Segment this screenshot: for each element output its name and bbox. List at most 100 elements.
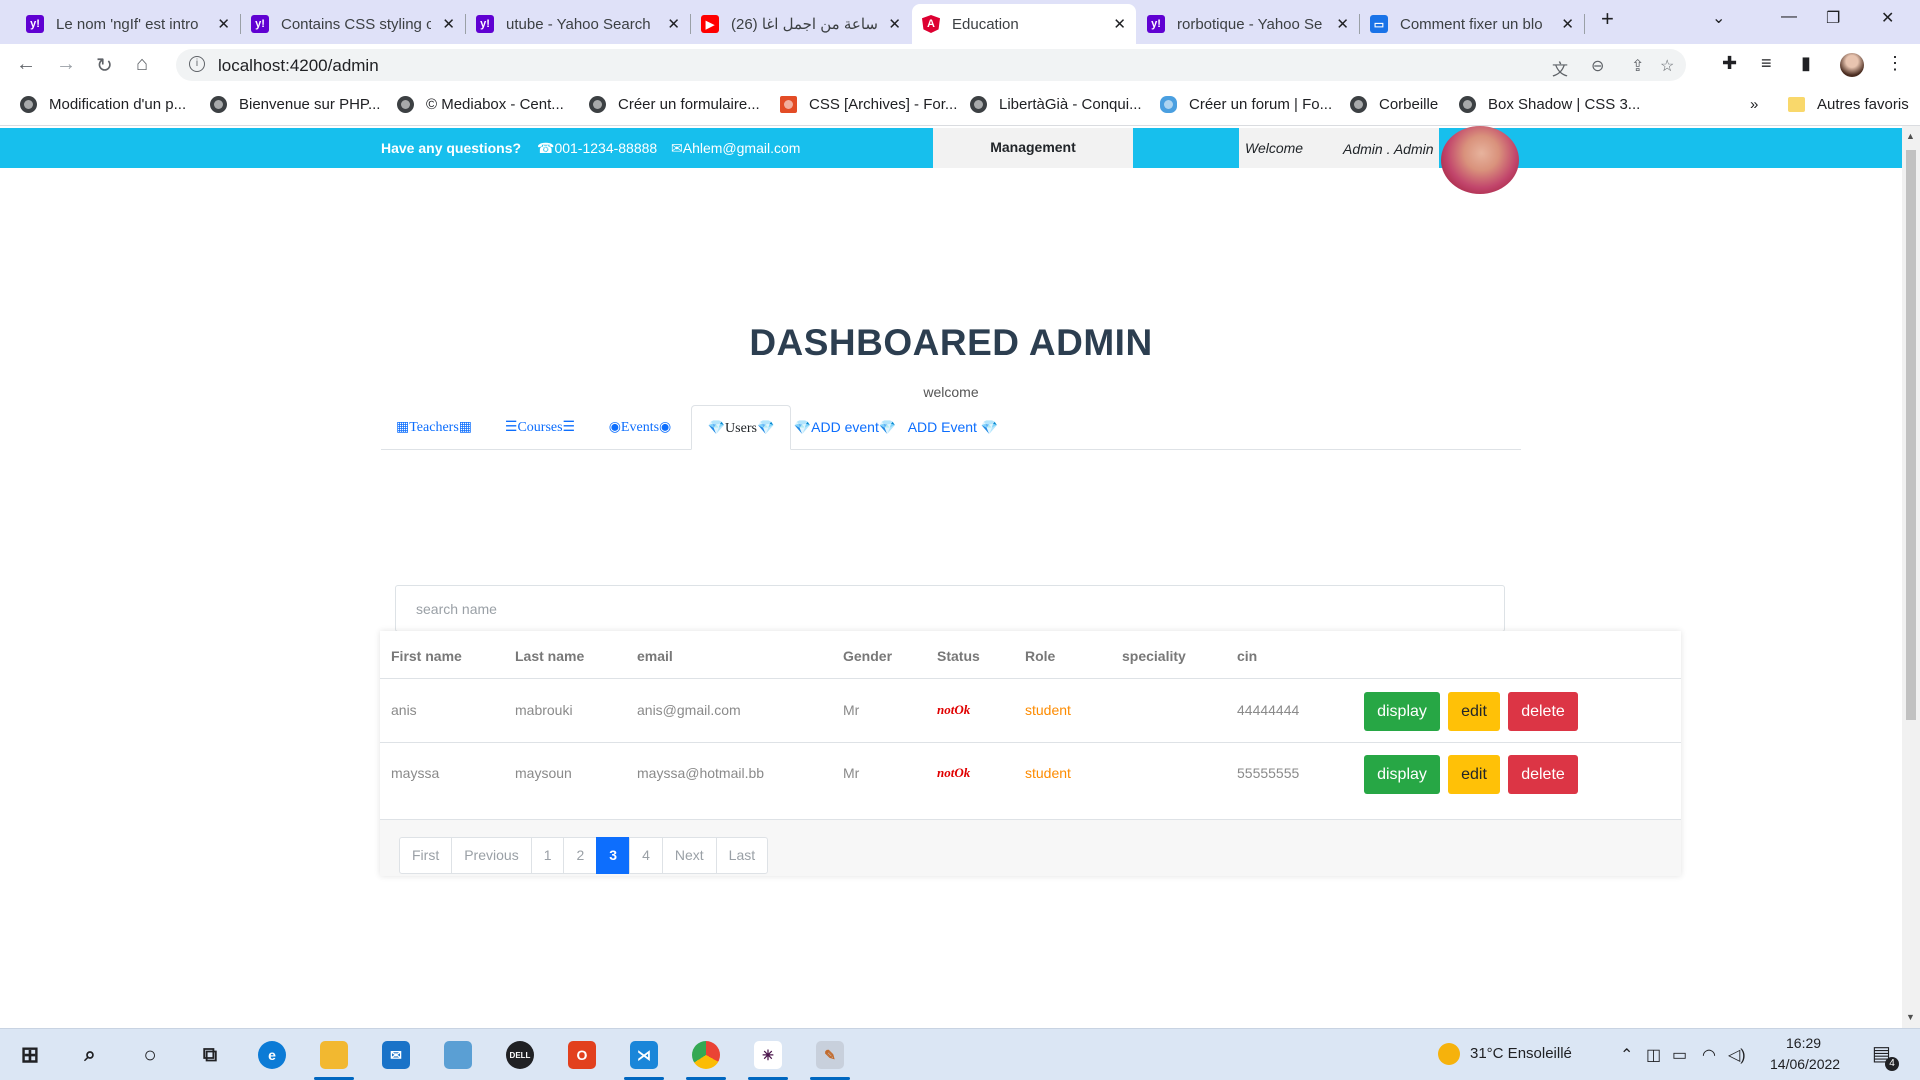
page-subtitle: welcome [923, 384, 979, 400]
contact-email[interactable]: ✉Ahlem@gmail.com [671, 140, 800, 157]
clock-time[interactable]: 16:29 [1786, 1035, 1821, 1051]
tab-users[interactable]: 💎Users💎 [691, 405, 791, 450]
more-bookmarks-button[interactable]: » [1750, 96, 1758, 113]
page-2[interactable]: 2 [563, 837, 598, 874]
tab-add-event[interactable]: 💎ADD event💎 [791, 405, 899, 450]
bookmark-star-icon[interactable]: ☆ [1660, 56, 1674, 76]
browser-tab-active[interactable]: A Education ✕ [912, 4, 1136, 44]
scroll-up-icon[interactable]: ▲ [1906, 131, 1915, 141]
bookmark-item[interactable]: LibertàGià - Conqui... [970, 96, 1142, 113]
sun-weather-icon[interactable] [1438, 1043, 1460, 1065]
restore-icon[interactable]: ❐ [1826, 8, 1840, 28]
page-previous[interactable]: Previous [451, 837, 532, 874]
close-icon[interactable]: ✕ [1113, 15, 1126, 33]
file-explorer-icon[interactable] [320, 1041, 348, 1069]
page-scrollbar[interactable]: ▲ ▼ [1902, 126, 1920, 1028]
mail-icon[interactable]: ✉ [382, 1041, 410, 1069]
tab-search-icon[interactable]: ⌄ [1712, 8, 1725, 28]
display-button[interactable]: display [1364, 692, 1440, 731]
laptop-app-icon[interactable] [444, 1041, 472, 1069]
back-icon[interactable]: ← [16, 53, 36, 76]
bookmark-label: Autres favoris [1817, 96, 1909, 113]
bookmark-item[interactable]: © Mediabox - Cent... [397, 96, 564, 113]
menu-icon[interactable]: ⋮ [1886, 53, 1904, 74]
close-icon[interactable]: ✕ [667, 15, 680, 33]
close-icon[interactable]: ✕ [1336, 15, 1349, 33]
dell-icon[interactable]: DELL [506, 1041, 534, 1069]
side-panel-icon[interactable]: ▮ [1801, 53, 1811, 74]
display-button[interactable]: display [1364, 755, 1440, 794]
scroll-down-icon[interactable]: ▼ [1906, 1012, 1915, 1022]
volume-icon[interactable]: ◁) [1728, 1045, 1746, 1065]
forward-icon[interactable]: → [56, 53, 76, 76]
browser-tab[interactable]: y! Le nom 'ngIf' est intro ✕ [16, 4, 240, 44]
close-icon[interactable]: ✕ [442, 15, 455, 33]
browser-tab[interactable]: ▭ Comment fixer un blo ✕ [1360, 4, 1584, 44]
reload-icon[interactable]: ↻ [96, 53, 113, 78]
new-tab-button[interactable]: + [1601, 6, 1614, 32]
page-next[interactable]: Next [661, 837, 717, 874]
chrome-icon[interactable] [692, 1041, 720, 1069]
profile-avatar[interactable] [1840, 53, 1864, 77]
edit-button[interactable]: edit [1448, 755, 1500, 794]
zoom-icon[interactable]: ⊖ [1591, 56, 1604, 76]
tab-courses[interactable]: ☰Courses☰ [487, 405, 593, 450]
delete-button[interactable]: delete [1508, 755, 1578, 794]
bookmark-item[interactable]: Box Shadow | CSS 3... [1459, 96, 1640, 113]
tab-add-event-2[interactable]: ADD Event 💎 [899, 405, 1007, 450]
management-link[interactable]: Management [933, 128, 1133, 168]
page-3-current[interactable]: 3 [596, 837, 631, 874]
browser-tab[interactable]: ▶ (26) ساعة من اجمل اغا ✕ [691, 4, 911, 44]
bookmark-item[interactable]: Bienvenue sur PHP... [210, 96, 380, 113]
cortana-icon[interactable]: ○ [136, 1041, 164, 1069]
page-1[interactable]: 1 [530, 837, 565, 874]
extensions-icon[interactable]: ✚ [1722, 53, 1737, 74]
edge-icon[interactable]: e [258, 1041, 286, 1069]
close-icon[interactable]: ✕ [217, 15, 230, 33]
bookmark-item[interactable]: Créer un forum | Fo... [1160, 96, 1332, 113]
close-icon[interactable]: ✕ [888, 15, 901, 33]
edit-button[interactable]: edit [1448, 692, 1500, 731]
bookmark-item[interactable]: CSS [Archives] - For... [780, 96, 957, 113]
minimize-icon[interactable]: — [1781, 8, 1797, 26]
share-icon[interactable]: ⇪ [1631, 56, 1644, 76]
browser-tab[interactable]: y! Contains CSS styling c ✕ [241, 4, 465, 44]
slack-icon[interactable]: ✳ [754, 1041, 782, 1069]
home-icon[interactable]: ⌂ [136, 53, 148, 76]
close-window-icon[interactable]: ✕ [1881, 8, 1894, 28]
wifi-icon[interactable]: ◠ [1702, 1045, 1716, 1065]
scroll-thumb[interactable] [1906, 150, 1916, 720]
vscode-icon[interactable]: ⋊ [630, 1041, 658, 1069]
address-bar[interactable]: i localhost:4200/admin 文 ⊖ ⇪ ☆ [176, 49, 1686, 81]
windows-start-icon[interactable]: ⊞ [16, 1041, 44, 1069]
user-avatar[interactable] [1441, 126, 1519, 194]
delete-button[interactable]: delete [1508, 692, 1578, 731]
bookmark-item[interactable]: Modification d'un p... [20, 96, 186, 113]
translate-icon[interactable]: 文 [1552, 56, 1568, 80]
weather-text[interactable]: 31°C Ensoleillé [1470, 1045, 1572, 1062]
site-info-icon[interactable]: i [189, 56, 205, 72]
search-icon[interactable]: ⌕ [76, 1041, 104, 1069]
media-icon[interactable]: ≡ [1761, 53, 1772, 74]
bookmark-item[interactable]: Créer un formulaire... [589, 96, 760, 113]
search-field[interactable] [395, 585, 1505, 632]
paint-icon[interactable]: ✎ [816, 1041, 844, 1069]
battery-icon[interactable]: ▭ [1672, 1045, 1687, 1065]
task-view-icon[interactable]: ⧉ [196, 1041, 224, 1069]
page-first[interactable]: First [399, 837, 453, 874]
url-text[interactable]: localhost:4200/admin [218, 56, 379, 76]
tab-events[interactable]: ◉Events◉ [593, 405, 687, 450]
browser-tab[interactable]: y! utube - Yahoo Search ✕ [466, 4, 690, 44]
close-icon[interactable]: ✕ [1561, 15, 1574, 33]
camera-icon[interactable]: ◫ [1646, 1045, 1661, 1065]
browser-tab[interactable]: y! rorbotique - Yahoo Se ✕ [1137, 4, 1359, 44]
search-input[interactable] [396, 586, 1504, 631]
office-icon[interactable]: O [568, 1041, 596, 1069]
clock-date[interactable]: 14/06/2022 [1770, 1056, 1840, 1072]
other-bookmarks-folder[interactable]: Autres favoris [1788, 96, 1909, 113]
page-4[interactable]: 4 [629, 837, 663, 874]
bookmark-item[interactable]: Corbeille [1350, 96, 1438, 113]
chevron-up-icon[interactable]: ⌃ [1620, 1045, 1633, 1065]
tab-teachers[interactable]: ▦Teachers▦ [381, 405, 487, 450]
page-last[interactable]: Last [715, 837, 769, 874]
